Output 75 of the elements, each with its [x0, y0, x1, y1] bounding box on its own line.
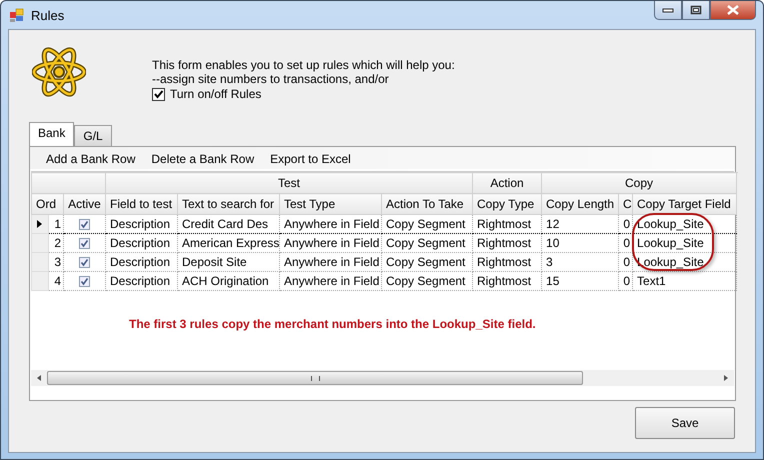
tab[interactable]: Bank	[29, 122, 74, 146]
save-button[interactable]: Save	[635, 407, 735, 439]
table-cell: 10	[546, 236, 560, 250]
column-header[interactable]: Active	[64, 194, 106, 214]
column-header[interactable]: Field to test	[106, 194, 178, 214]
table-cell: 4	[54, 274, 61, 288]
minimize-button[interactable]	[654, 1, 682, 20]
tab[interactable]: G/L	[74, 125, 112, 146]
table-cell: Rightmost	[477, 255, 532, 269]
close-button[interactable]	[710, 1, 756, 20]
table-cell: Copy Segment	[386, 236, 466, 250]
table-cell: 2	[54, 236, 61, 250]
horizontal-scrollbar[interactable]	[31, 370, 734, 386]
column-header[interactable]: Copy Target Field	[632, 194, 737, 214]
table-cell: 3	[546, 255, 553, 269]
table-cell: Description	[110, 274, 170, 288]
table-cell: Anywhere in Field	[284, 255, 380, 269]
active-checkbox[interactable]	[79, 238, 90, 250]
column-header[interactable]: Ord	[32, 194, 64, 214]
column-header[interactable]: Copy Type	[472, 194, 542, 214]
annotation-text: The first 3 rules copy the merchant numbers into the Lookup_Site field.	[129, 317, 536, 331]
maximize-icon	[690, 5, 702, 15]
maximize-button[interactable]	[682, 1, 710, 20]
table-cell: Deposit Site	[182, 255, 247, 269]
column-header[interactable]: Copy Length	[542, 194, 619, 214]
table-cell: Credit Card Des	[182, 217, 268, 231]
table-cell: Anywhere in Field	[284, 236, 380, 250]
minimize-icon	[662, 7, 674, 13]
active-checkbox[interactable]	[79, 219, 90, 230]
table-cell: 15	[546, 274, 560, 288]
column-header[interactable]: Test Type	[280, 194, 382, 214]
toolbar-item[interactable]: Add a Bank Row	[38, 151, 144, 167]
rules-checkbox-label: Turn on/off Rules	[170, 87, 262, 101]
table-cell: Text1	[637, 274, 666, 288]
atom-icon	[32, 45, 86, 99]
table-cell: Rightmost	[477, 274, 532, 288]
window-title: Rules	[31, 8, 64, 22]
table-cell: Description	[110, 255, 170, 269]
toolbar-item[interactable]: Export to Excel	[262, 151, 359, 167]
table-cell: Copy Segment	[386, 255, 466, 269]
row-header[interactable]	[32, 214, 48, 234]
table-cell: Description	[110, 236, 170, 250]
table-cell: Anywhere in Field	[284, 274, 380, 288]
app-icon	[9, 7, 25, 23]
column-group-header: Copy	[542, 172, 737, 194]
table-cell: Copy Segment	[386, 274, 466, 288]
active-checkbox[interactable]	[79, 276, 90, 288]
table-cell: Copy Segment	[386, 217, 466, 231]
column-group-header: Action	[472, 172, 542, 194]
table-cell: 0	[623, 236, 630, 250]
table-cell: Rightmost	[477, 236, 532, 250]
table-cell: 0	[623, 255, 630, 269]
rules-checkbox[interactable]	[152, 88, 165, 100]
table-cell: Rightmost	[477, 217, 532, 231]
table-cell: Lookup_Site	[637, 217, 704, 231]
table-cell: 3	[54, 255, 61, 269]
table-cell: 0	[623, 217, 630, 231]
table-cell: 12	[546, 217, 560, 231]
intro-text: --assign site numbers to transactions, and/or	[152, 72, 390, 86]
table-cell: Anywhere in Field	[284, 217, 380, 231]
scroll-right-icon[interactable]	[722, 374, 730, 382]
table-cell: ACH Origination	[182, 274, 269, 288]
column-group-header: Test	[106, 172, 473, 194]
table-cell: Lookup_Site	[637, 236, 704, 250]
table-cell: Lookup_Site	[637, 255, 704, 269]
table-cell: 0	[623, 274, 630, 288]
intro-text: This form enables you to set up rules which will help you:	[152, 58, 455, 72]
table-cell: Description	[110, 217, 170, 231]
toolbar-item[interactable]: Delete a Bank Row	[143, 151, 262, 167]
column-header[interactable]: Text to search for	[178, 194, 280, 214]
active-checkbox[interactable]	[79, 257, 90, 268]
scroll-left-icon[interactable]	[35, 374, 43, 382]
close-icon	[726, 5, 740, 15]
table-cell: 1	[54, 217, 61, 231]
column-header[interactable]: Action To Take	[382, 194, 473, 214]
